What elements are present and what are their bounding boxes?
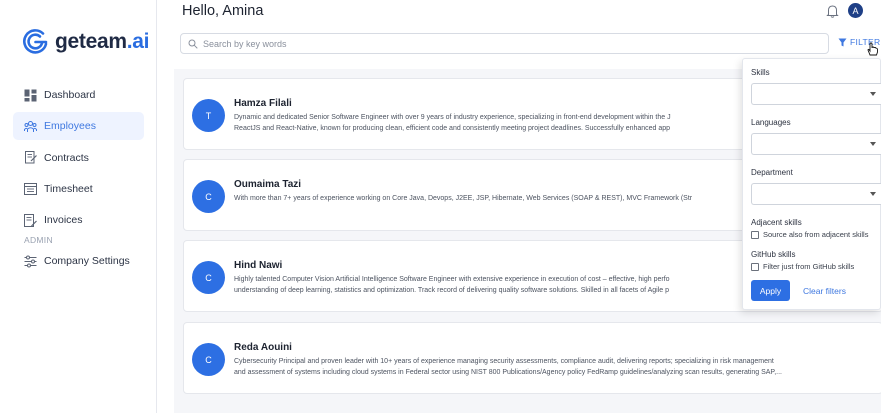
contracts-icon [25,151,37,164]
employee-avatar: T [192,99,225,132]
chevron-down-icon [870,192,876,196]
sidebar-item-employees[interactable]: Employees [13,112,144,141]
github-skills-option: Filter just from GitHub skills [763,262,855,271]
languages-select[interactable] [751,133,881,155]
sidebar: geteam.ai Dashboard Employees Contracts … [0,0,157,413]
skills-select[interactable] [751,83,881,105]
sidebar-item-label: Contracts [44,151,89,164]
employee-name[interactable]: Oumaima Tazi [234,179,301,190]
brand-name: geteam.ai [55,29,150,53]
timesheet-icon [24,183,37,196]
checkbox-box[interactable] [751,230,759,239]
user-avatar[interactable]: A [848,3,863,18]
geteam-logo-icon [23,29,48,54]
sidebar-item-label: Timesheet [44,182,93,195]
department-label: Department [751,168,793,177]
invoices-icon [24,213,37,227]
checkbox-box[interactable] [751,262,759,271]
languages-label: Languages [751,118,791,127]
sidebar-item-company-settings[interactable]: Company Settings [13,247,144,275]
github-skills-title: GitHub skills [751,250,796,259]
sidebar-item-label: Company Settings [44,255,130,268]
funnel-icon [838,38,847,46]
sidebar-nav: Dashboard Employees Contracts Timesheet … [13,81,144,279]
employee-description: Cybersecurity Principal and proven leade… [234,358,782,376]
sidebar-item-label: Dashboard [44,89,96,101]
clear-filters-link[interactable]: Clear filters [803,286,846,296]
search-icon [188,39,198,49]
greeting-title: Hello, Amina [182,3,264,19]
adjacent-skills-title: Adjacent skills [751,218,802,227]
chevron-down-icon [870,142,876,146]
notification-bell-icon[interactable] [826,4,839,18]
employee-name[interactable]: Hind Nawi [234,260,282,271]
employee-avatar: C [192,180,225,213]
search-input[interactable] [203,38,763,49]
adjacent-skills-checkbox[interactable]: Source also from adjacent skills [751,230,868,239]
filter-panel: Skills Languages Department Adjacent ski… [742,58,881,310]
github-skills-checkbox[interactable]: Filter just from GitHub skills [751,262,854,271]
sidebar-item-dashboard[interactable]: Dashboard [13,81,144,109]
sidebar-section-admin: ADMIN [24,235,53,246]
department-select[interactable] [751,183,881,205]
chevron-down-icon [870,92,876,96]
search-bar[interactable] [180,33,829,54]
apply-button[interactable]: Apply [751,280,790,301]
employees-icon [24,120,37,132]
hand-cursor-icon [867,42,878,56]
settings-sliders-icon [24,255,37,268]
sidebar-item-label: Invoices [44,214,83,227]
adjacent-skills-option: Source also from adjacent skills [763,230,869,239]
employee-card[interactable]: C Reda Aouini Cybersecurity Principal an… [183,322,881,394]
employee-avatar: C [192,343,225,376]
employee-name[interactable]: Hamza Filali [234,98,292,109]
sidebar-item-timesheet[interactable]: Timesheet [13,175,144,203]
employee-name[interactable]: Reda Aouini [234,342,292,353]
sidebar-item-contracts[interactable]: Contracts [13,144,144,172]
sidebar-item-label: Employees [44,120,96,133]
brand-logo[interactable]: geteam.ai [22,28,149,55]
sidebar-item-invoices[interactable]: Invoices [13,206,144,234]
skills-label: Skills [751,68,770,77]
dashboard-icon [24,89,37,101]
employee-avatar: C [192,261,225,294]
